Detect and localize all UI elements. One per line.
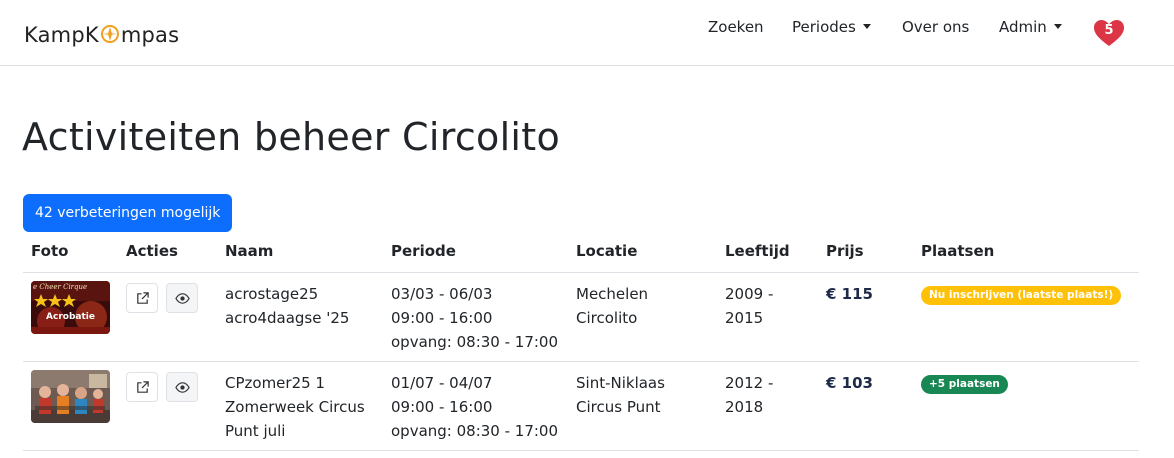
nav-about-link[interactable]: Over ons — [902, 17, 969, 37]
navbar: KampK mpas Zoeken Periodes Over ons Admin… — [0, 0, 1174, 66]
cell-period: 03/03 - 06/03 09:00 - 16:00 opvang: 08:3… — [391, 282, 558, 354]
cell-name: CPzomer25 1 Zomerweek Circus Punt juli — [225, 371, 365, 443]
activity-photo: e Cheer Cirque Acrobatie — [31, 281, 110, 334]
period-dates: 01/07 - 04/07 — [391, 374, 493, 392]
nav-admin-dropdown[interactable]: Admin — [999, 17, 1062, 37]
activity-title: Zomerweek Circus — [225, 398, 365, 416]
location-city: Sint-Niklaas — [576, 374, 665, 392]
period-dates: 03/03 - 06/03 — [391, 285, 493, 303]
cell-age: 2009 - 2015 — [725, 282, 773, 330]
compass-icon — [100, 24, 120, 44]
header-location: Locatie — [576, 242, 638, 260]
brand-text-end: mpas — [120, 23, 180, 47]
header-places: Plaatsen — [921, 242, 995, 260]
table-row: CPzomer25 1 Zomerweek Circus Punt juli 0… — [23, 362, 1139, 451]
brand-text-start: KampK — [24, 23, 99, 47]
location-organizer: Circus Punt — [576, 398, 661, 416]
external-link-icon — [137, 292, 149, 304]
header-price: Prijs — [826, 242, 864, 260]
favorites-count: 5 — [1104, 23, 1114, 38]
table-row: e Cheer Cirque Acrobatie acrostage25 acr… — [23, 273, 1139, 362]
header-photo: Foto — [31, 242, 69, 260]
nav-periods-dropdown[interactable]: Periodes — [792, 17, 871, 37]
view-button[interactable] — [166, 283, 198, 313]
eye-icon — [175, 293, 190, 304]
brand-logo[interactable]: KampK mpas — [24, 23, 179, 47]
activity-code: CPzomer25 1 — [225, 374, 325, 392]
activity-photo — [31, 370, 110, 423]
nav-admin-label: Admin — [999, 18, 1047, 36]
header-age: Leeftijd — [725, 242, 790, 260]
period-times: 09:00 - 16:00 — [391, 398, 493, 416]
view-button[interactable] — [166, 372, 198, 402]
header-period: Periode — [391, 242, 456, 260]
activity-title-cont: Punt juli — [225, 422, 286, 440]
places-badge: Nu inschrijven (laatste plaats!) — [921, 286, 1122, 305]
cell-price: € 103 — [826, 374, 873, 392]
cell-price: € 115 — [826, 285, 873, 303]
nav-periods-label: Periodes — [792, 18, 856, 36]
period-times: 09:00 - 16:00 — [391, 309, 493, 327]
photo-banner-text: e Cheer Cirque — [33, 283, 87, 291]
age-from: 2012 - — [725, 374, 774, 392]
caret-down-icon — [1053, 24, 1062, 29]
places-badge: +5 plaatsen — [921, 375, 1008, 394]
header-actions: Acties — [126, 242, 178, 260]
activities-table: Foto Acties Naam Periode Locatie Leeftij… — [23, 232, 1139, 451]
cell-period: 01/07 - 04/07 09:00 - 16:00 opvang: 08:3… — [391, 371, 558, 443]
age-to: 2015 — [725, 309, 764, 327]
cell-location: Mechelen Circolito — [576, 282, 648, 330]
nav-search-link[interactable]: Zoeken — [708, 17, 764, 37]
cell-age: 2012 - 2018 — [725, 371, 773, 419]
age-to: 2018 — [725, 398, 764, 416]
cell-location: Sint-Niklaas Circus Punt — [576, 371, 665, 419]
open-external-button[interactable] — [126, 372, 158, 402]
favorites-button[interactable]: 5 — [1092, 18, 1126, 48]
period-care: opvang: 08:30 - 17:00 — [391, 333, 559, 351]
open-external-button[interactable] — [126, 283, 158, 313]
table-header: Foto Acties Naam Periode Locatie Leeftij… — [23, 232, 1139, 273]
location-city: Mechelen — [576, 285, 649, 303]
period-care: opvang: 08:30 - 17:00 — [391, 422, 559, 440]
eye-icon — [175, 382, 190, 393]
header-name: Naam — [225, 242, 274, 260]
photo-label-text: Acrobatie — [46, 312, 95, 322]
activity-title: acro4daagse '25 — [225, 309, 350, 327]
improvements-button[interactable]: 42 verbeteringen mogelijk — [23, 194, 233, 232]
cell-name: acrostage25 acro4daagse '25 — [225, 282, 349, 330]
external-link-icon — [137, 381, 149, 393]
caret-down-icon — [862, 24, 871, 29]
activity-code: acrostage25 — [225, 285, 319, 303]
page-title: Activiteiten beheer Circolito — [22, 115, 561, 159]
age-from: 2009 - — [725, 285, 774, 303]
location-organizer: Circolito — [576, 309, 638, 327]
